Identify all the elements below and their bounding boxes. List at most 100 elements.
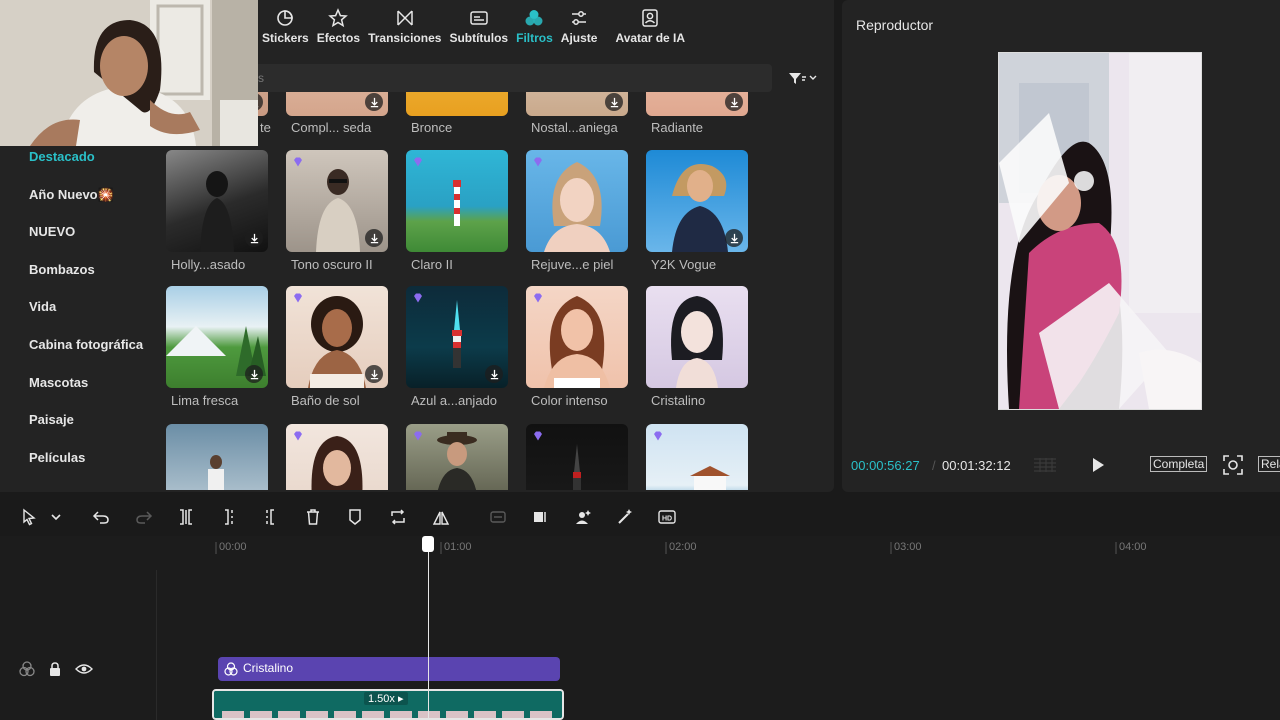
category-vida[interactable]: Vida [10,290,160,328]
hd-icon: HD [658,510,676,524]
caption-icon [490,511,506,523]
filter-thumb[interactable] [286,424,388,490]
mirror-button[interactable] [430,506,452,528]
tab-stickers[interactable]: Stickers [258,0,313,52]
tab-adjust[interactable]: Ajuste [557,0,602,52]
sticker-icon [277,9,294,26]
play-button[interactable] [1090,456,1106,474]
filter-label: Y2K Vogue [651,257,717,272]
download-icon[interactable] [605,93,623,111]
filter-thumb[interactable] [526,150,628,252]
split-button[interactable] [175,506,197,528]
download-icon[interactable] [245,229,263,247]
category-bombazos[interactable]: Bombazos [10,253,160,291]
tab-subtitles[interactable]: Subtítulos [445,0,512,52]
download-icon[interactable] [365,229,383,247]
filter-thumb[interactable] [646,92,748,116]
tab-ai-avatar[interactable]: Avatar de IA [601,0,689,52]
magic-wand-icon [618,509,632,524]
category-nuevo[interactable]: NUEVO [10,215,160,253]
filter-label: Bronce [411,120,453,135]
filter-track-icon [18,660,36,678]
download-icon[interactable] [725,93,743,111]
time-ruler[interactable] [0,536,1280,558]
aspect-ratio-button[interactable]: Rela [1258,456,1280,472]
loop-button[interactable] [387,506,409,528]
lock-track-icon[interactable] [48,661,62,677]
premium-gem-icon [294,431,302,441]
download-icon[interactable] [245,365,263,383]
tab-label: Avatar de IA [615,30,686,45]
tick-label: 03:00 [894,541,922,553]
tab-effects[interactable]: Efectos [313,0,364,52]
category-paisaje[interactable]: Paisaje [10,403,160,441]
filter-clip-icon [223,661,239,677]
download-icon[interactable] [365,365,383,383]
filter-label: Color intenso [531,393,608,408]
tab-filters[interactable]: Filtros [512,0,557,52]
category-cabina[interactable]: Cabina fotográfica [10,328,160,366]
filter-thumb[interactable] [166,150,268,252]
tick-label: 02:00 [669,541,697,553]
filter-thumb[interactable] [526,92,628,116]
download-icon[interactable] [725,229,743,247]
sort-filter-button[interactable] [786,68,820,88]
filter-thumb[interactable] [406,286,508,388]
tab-transitions[interactable]: Transiciones [364,0,445,52]
filter-thumb[interactable] [286,150,388,252]
filter-thumb[interactable] [526,424,628,490]
download-icon[interactable] [365,93,383,111]
tick-label: 01:00 [444,541,472,553]
trim-left-icon [225,509,233,525]
video-preview[interactable] [998,52,1202,410]
auto-caption-button[interactable] [487,506,509,528]
screenshot-icon[interactable] [1222,454,1244,476]
full-ratio-button[interactable]: Completa [1150,456,1208,472]
split-icon [180,509,192,525]
freeze-button[interactable] [529,506,551,528]
playhead-line [428,540,429,720]
redo-icon [136,511,153,524]
category-ano-nuevo[interactable]: Año Nuevo🎇 [10,178,160,216]
undo-button[interactable] [90,506,112,528]
time-separator: / [932,458,936,473]
delete-button[interactable] [302,506,324,528]
filter-thumb[interactable] [646,150,748,252]
filter-thumb[interactable] [526,286,628,388]
adjust-sliders-icon [572,10,587,25]
filter-thumb[interactable] [406,150,508,252]
filter-thumb[interactable] [646,424,748,490]
category-peliculas[interactable]: Películas [10,441,160,479]
filter-label: Claro II [411,257,453,272]
hd-button[interactable]: HD [656,506,678,528]
filters-icon [525,9,543,25]
filter-thumb[interactable] [406,92,508,116]
loop-icon [391,509,405,525]
filter-label: Azul a...anjado [411,393,498,408]
tab-label: Filtros [516,30,553,45]
filter-label: Radiante [651,120,704,135]
filter-thumb[interactable] [166,424,268,490]
ai-person-icon [576,510,591,524]
redo-button[interactable] [133,506,155,528]
ai-person-button[interactable] [572,506,594,528]
filter-thumb[interactable] [286,92,388,116]
filter-thumb[interactable] [286,286,388,388]
trash-icon [307,509,319,525]
marker-button[interactable] [344,506,366,528]
timeline-grid-icon[interactable] [1032,456,1058,474]
trim-right-button[interactable] [259,506,281,528]
filter-thumb[interactable] [166,286,268,388]
category-mascotas[interactable]: Mascotas [10,366,160,404]
select-tool-button[interactable] [18,506,40,528]
trim-left-button[interactable] [218,506,240,528]
total-time: 00:01:32:12 [942,458,1011,473]
filter-thumb[interactable] [646,286,748,388]
visibility-eye-icon[interactable] [75,662,93,676]
playhead-handle[interactable] [422,536,434,552]
magic-wand-button[interactable] [614,506,636,528]
select-dropdown-button[interactable] [45,506,67,528]
filter-label: Compl... seda [291,120,372,135]
filter-thumb[interactable] [406,424,508,490]
download-icon[interactable] [485,365,503,383]
